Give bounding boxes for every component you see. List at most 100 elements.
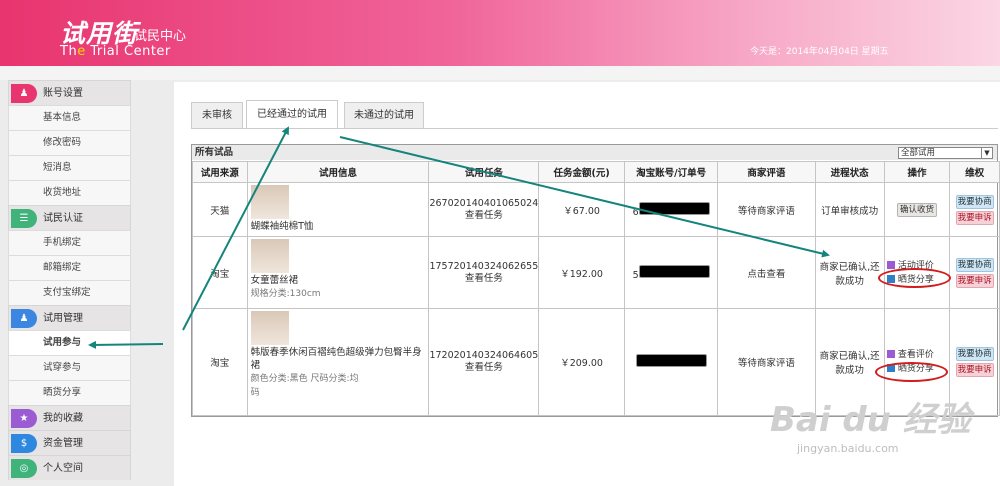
world-icon: ◎ [11, 459, 37, 478]
sidebar-item[interactable]: 修改密码 [8, 130, 131, 155]
tab-rejected[interactable]: 未通过的试用 [344, 102, 424, 128]
task-id: 172020140324064605 [429, 350, 539, 361]
sidebar-item[interactable]: 晒货分享 [8, 380, 131, 405]
sidebar-section-header[interactable]: $ 资金管理 [8, 430, 131, 455]
tab-approved[interactable]: 已经通过的试用 [246, 100, 338, 128]
sidebar-section-header[interactable]: ♟ 试用管理 [8, 305, 131, 330]
review-link[interactable]: 活动评价 [885, 259, 949, 273]
negotiate-button[interactable]: 我要协商 [955, 347, 994, 361]
money-bag-icon: $ [11, 434, 37, 453]
site-subtitle: 试民中心 [134, 29, 187, 44]
product-thumbnail[interactable] [250, 185, 289, 219]
trial-filter-select[interactable]: 全部试用 ▼ [898, 147, 993, 159]
trial-table: 试用来源 试用信息 试用任务 任务金额(元) 淘宝账号/订单号 商家评语 进程状态 操作 维权 … [192, 161, 1000, 416]
rights-cell: 我要协商 我要申诉 [949, 182, 1000, 237]
sidebar-section-label: 账号设置 [43, 88, 83, 99]
task-cell: 175720140324062655 查看任务 [428, 236, 540, 309]
header-strip [0, 66, 1000, 80]
table-header-row: 试用来源 试用信息 试用任务 任务金额(元) 淘宝账号/订单号 商家评语 进程状态 操作 维权 [192, 161, 1000, 183]
product-name[interactable]: 韩版春季休闲百褶纯色超级弹力包臀半身裙 [251, 346, 429, 372]
sidebar-item[interactable]: 邮箱绑定 [8, 255, 131, 280]
view-task-link[interactable]: 查看任务 [429, 210, 538, 222]
task-cell: 267020140401065024 查看任务 [428, 182, 540, 237]
tab-underline [191, 128, 998, 129]
sidebar-section-label: 个人空间 [43, 463, 83, 474]
task-id: 267020140401065024 [429, 197, 539, 209]
share-label: 晒货分享 [897, 274, 934, 285]
appeal-button[interactable]: 我要申诉 [955, 363, 994, 377]
review-link[interactable]: 查看评价 [885, 348, 949, 362]
appeal-button[interactable]: 我要申诉 [955, 210, 994, 225]
column-header: 试用来源 [192, 161, 248, 183]
confirm-receipt-button[interactable]: 确认收货 [897, 202, 938, 217]
product-thumbnail[interactable] [250, 239, 289, 273]
product-info-cell: 韩版春季休闲百褶纯色超级弹力包臀半身裙 颜色分类:黑色 尺码分类:均码 [246, 308, 430, 416]
review-label: 活动评价 [897, 260, 934, 271]
sidebar-section-label: 我的收藏 [43, 413, 83, 424]
sidebar-item[interactable]: 试用参与 [8, 330, 131, 355]
sidebar: ♟ 账号设置 基本信息 修改密码 短消息 收货地址 ☰ 试民认证 手机绑定 邮箱绑定 支付宝绑定 ♟ 试… [8, 80, 131, 480]
amount-cell: ￥67.00 [538, 182, 625, 237]
source-cell: 淘宝 [192, 308, 248, 416]
redacted-account [638, 264, 710, 278]
current-date: 今天是：2014年04月04日 星期五 [750, 47, 889, 57]
share-icon [886, 274, 895, 283]
tab-pending[interactable]: 未审核 [191, 102, 243, 128]
product-info-cell: 女童蕾丝裙规格分类:130cm [246, 236, 430, 309]
product-info-cell: 蝴蝶袖纯棉T恤 [246, 182, 430, 237]
product-name[interactable]: 女童蕾丝裙 [251, 274, 429, 287]
appeal-button[interactable]: 我要申诉 [955, 273, 994, 288]
operation-cell: 活动评价 晒货分享 [883, 236, 951, 309]
chevron-down-icon: ▼ [981, 148, 992, 158]
account-prefix: 6 [632, 206, 639, 218]
list-icon: ☰ [11, 209, 37, 228]
negotiate-button[interactable]: 我要协商 [955, 257, 994, 272]
site-english-name: The Trial Center [60, 44, 171, 59]
share-link[interactable]: 晒货分享 [885, 273, 949, 287]
column-header: 商家评语 [717, 161, 816, 183]
product-attribute: 规格分类:130cm [250, 289, 321, 299]
product-name[interactable]: 蝴蝶袖纯棉T恤 [251, 220, 429, 233]
table-row: 天猫 蝴蝶袖纯棉T恤 267020140401065024 查看任务 ￥67.00 6 等待… [192, 182, 1000, 237]
watermark-logo: Bai du 经验 [770, 400, 971, 440]
table-toolbar: 所有试品 [192, 145, 997, 160]
source-cell: 天猫 [192, 182, 248, 237]
person-icon: ♟ [11, 84, 37, 103]
sidebar-item[interactable]: 基本信息 [8, 105, 131, 130]
view-task-link[interactable]: 查看任务 [429, 273, 538, 285]
product-thumbnail[interactable] [250, 311, 289, 345]
account-prefix: 5 [632, 269, 639, 281]
amount-cell: ￥209.00 [538, 308, 625, 416]
amount-cell: ￥192.00 [538, 236, 625, 309]
task-id: 175720140324062655 [429, 260, 539, 272]
sidebar-item[interactable]: 短消息 [8, 155, 131, 180]
sidebar-item[interactable]: 手机绑定 [8, 230, 131, 255]
redacted-account [635, 354, 707, 367]
view-task-link[interactable]: 查看任务 [429, 362, 538, 374]
column-header: 维权 [949, 161, 1000, 183]
column-header: 进程状态 [814, 161, 885, 183]
sidebar-section-header[interactable]: ◎ 个人空间 [8, 455, 131, 480]
account-cell [623, 308, 719, 416]
share-label: 晒货分享 [897, 364, 934, 374]
task-cell: 172020140324064605 查看任务 [428, 308, 540, 416]
column-header: 淘宝账号/订单号 [623, 161, 719, 183]
sidebar-section-header[interactable]: ★ 我的收藏 [8, 405, 131, 430]
source-cell: 淘宝 [192, 236, 248, 309]
account-cell: 5 [623, 236, 719, 309]
sidebar-item[interactable]: 试穿参与 [8, 355, 131, 380]
sidebar-item[interactable]: 支付宝绑定 [8, 280, 131, 305]
sidebar-section-label: 试民认证 [43, 213, 83, 224]
table-row: 淘宝 女童蕾丝裙 规格分类:130cm 175720140324062655 查看任务 ￥… [192, 236, 1000, 309]
operation-cell: 确认收货 [883, 182, 951, 237]
sidebar-section-header[interactable]: ☰ 试民认证 [8, 205, 131, 230]
sidebar-item[interactable]: 收货地址 [8, 180, 131, 205]
negotiate-button[interactable]: 我要协商 [955, 194, 994, 209]
sidebar-section-header[interactable]: ♟ 账号设置 [8, 80, 131, 105]
share-link[interactable]: 晒货分享 [885, 362, 949, 376]
table-title: 所有试品 [195, 147, 234, 158]
merchant-comment-cell[interactable]: 点击查看 [717, 236, 816, 309]
column-header: 试用信息 [246, 161, 430, 183]
review-icon [886, 350, 895, 358]
column-header: 任务金额(元) [538, 161, 625, 183]
